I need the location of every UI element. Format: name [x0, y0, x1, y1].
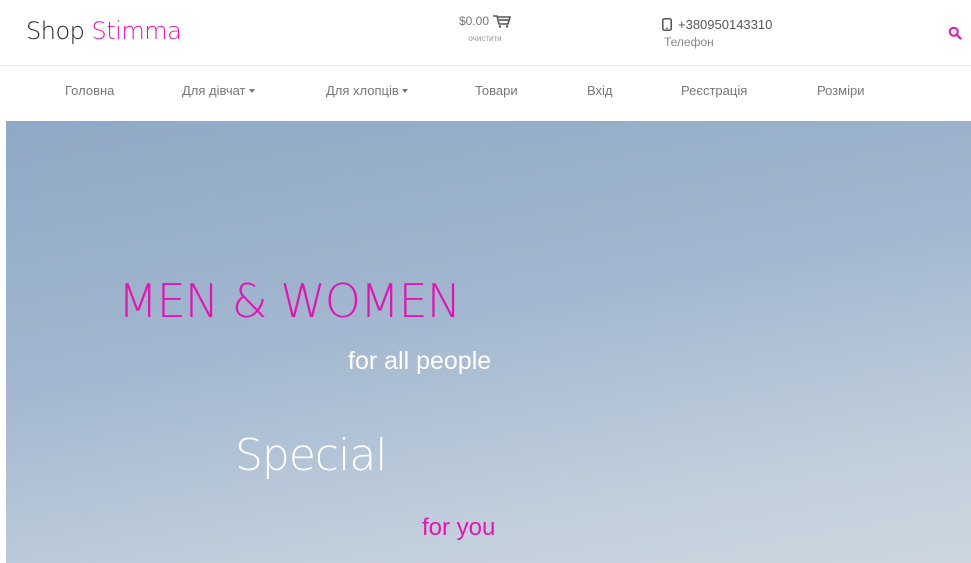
site-logo[interactable]: Shop Stimma [26, 17, 182, 45]
cart-widget[interactable]: $0.00 очистити [445, 14, 525, 43]
phone-number[interactable]: +380950143310 [678, 17, 772, 32]
cart-clear-link[interactable]: очистити [445, 34, 525, 43]
cart-total: $0.00 [458, 14, 490, 28]
nav-item-products[interactable]: Товари [475, 83, 518, 98]
hero-title: MEN & WOMEN [118, 274, 461, 328]
logo-text-shop: Shop [26, 17, 85, 45]
cart-summary[interactable]: $0.00 [445, 14, 525, 28]
search-icon[interactable] [948, 26, 962, 40]
main-nav: Головна Для дівчат Для хлопців Товари Вх… [0, 67, 971, 121]
contact-info: +380950143310 Телефон [662, 17, 772, 49]
nav-item-girls-label: Для дівчат [182, 83, 246, 98]
nav-item-boys[interactable]: Для хлопців [326, 83, 408, 98]
site-header: Shop Stimma $0.00 очистити +380950143310… [0, 0, 971, 66]
nav-item-sizes[interactable]: Розміри [817, 83, 864, 98]
nav-item-register[interactable]: Реєстрація [681, 83, 747, 98]
hero-banner: MEN & WOMEN for all people Special for y… [6, 121, 971, 563]
hero-special-subtitle: for you [422, 514, 496, 541]
logo-text-stimma: Stimma [91, 17, 182, 45]
phone-label: Телефон [664, 35, 714, 49]
caret-down-icon [248, 88, 255, 93]
hero-special: Special [235, 430, 388, 481]
nav-item-home[interactable]: Головна [65, 83, 114, 98]
nav-item-girls[interactable]: Для дівчат [182, 83, 255, 98]
caret-down-icon [401, 88, 408, 93]
cart-icon[interactable] [493, 14, 512, 28]
nav-item-boys-label: Для хлопців [326, 83, 399, 98]
mobile-phone-icon [662, 18, 672, 31]
nav-item-login[interactable]: Вхід [587, 83, 613, 98]
hero-subtitle: for all people [348, 347, 492, 375]
